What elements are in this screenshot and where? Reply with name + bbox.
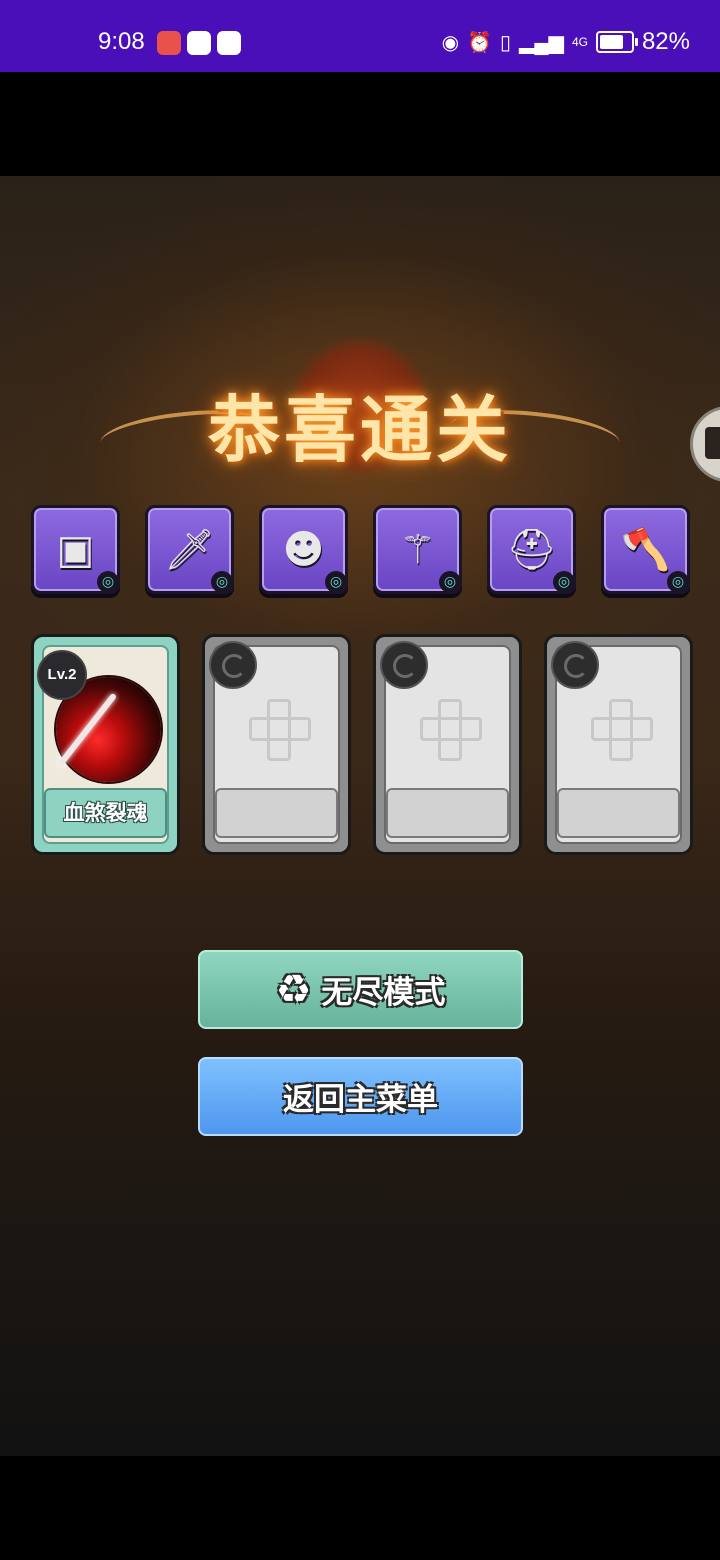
reward-item[interactable]: 🗡 ◎ (145, 505, 234, 594)
plus-icon (591, 699, 653, 761)
plus-icon (420, 699, 482, 761)
reward-item[interactable]: ▣ ◎ (31, 505, 120, 594)
battle-axe-icon: 🪓 (620, 527, 671, 573)
victory-title: 恭喜通关 (207, 387, 512, 472)
skill-card-empty[interactable] (202, 634, 351, 855)
shield-app-icon (187, 31, 211, 55)
game-screen: 恭喜通关 ▣ ◎ 🗡 ◎ ☻ ◎ ⚚ ◎ ⛑ ◎ 🪓 ◎ Lv.2 血煞裂魂 ♻… (0, 176, 720, 1456)
skill-cards-row: Lv.2 血煞裂魂 (31, 634, 693, 855)
skill-card-filled[interactable]: Lv.2 血煞裂魂 (31, 634, 180, 855)
status-indicators: ◉ ⏰ ▯ ▂▄▆ 4G 82% (442, 28, 690, 56)
reward-item[interactable]: ☻ ◎ (259, 505, 348, 594)
huawei-app-icon (157, 31, 181, 55)
reward-item[interactable]: ⛑ ◎ (487, 505, 576, 594)
endless-mode-button[interactable]: ♻ 无尽模式 (198, 950, 523, 1029)
alarm-icon: ⏰ (467, 31, 492, 54)
empty-slot-badge-icon (209, 641, 257, 689)
endless-mode-label: 无尽模式 (321, 975, 446, 1011)
recycle-icon: ♻ (275, 966, 312, 1013)
status-bar: 9:08 ◉ ⏰ ▯ ▂▄▆ 4G 82% (0, 0, 720, 72)
fire-staff-icon: ⚚ (399, 526, 436, 573)
card-nameplate (215, 788, 338, 838)
return-main-menu-button[interactable]: 返回主菜单 (198, 1057, 523, 1136)
swirl-badge-icon: ◎ (667, 571, 689, 593)
dagger-icon: 🗡 (164, 527, 215, 573)
stone-tablet-icon: ▣ (56, 526, 95, 573)
reward-item[interactable]: 🪓 ◎ (601, 505, 690, 594)
swirl-badge-icon: ◎ (97, 571, 119, 593)
reward-items-row: ▣ ◎ 🗡 ◎ ☻ ◎ ⚚ ◎ ⛑ ◎ 🪓 ◎ (31, 505, 690, 594)
empty-slot-badge-icon (380, 641, 428, 689)
plus-icon (249, 699, 311, 761)
swirl-badge-icon: ◎ (325, 571, 347, 593)
card-nameplate (386, 788, 509, 838)
reward-item[interactable]: ⚚ ◎ (373, 505, 462, 594)
scholar-hat-icon: ⛑ (506, 527, 557, 573)
return-main-menu-label: 返回主菜单 (283, 1082, 438, 1118)
battery-percent: 82% (641, 28, 690, 55)
empty-slot-badge-icon (551, 641, 599, 689)
vibrate-icon: ▯ (499, 31, 511, 54)
signal-icon: ▂▄▆ (519, 31, 564, 54)
swirl-badge-icon: ◎ (439, 571, 461, 593)
skill-name: 血煞裂魂 (63, 801, 148, 825)
skill-card-empty[interactable] (373, 634, 522, 855)
demon-mask-icon: ☻ (282, 526, 325, 573)
swirl-badge-icon: ◎ (211, 571, 233, 593)
level-badge: Lv.2 (37, 650, 87, 700)
battery-icon (595, 31, 638, 53)
skill-card-empty[interactable] (544, 634, 693, 855)
status-time: 9:08 (98, 28, 145, 55)
signal-4g-icon: 4G (571, 35, 588, 49)
eye-icon: ◉ (441, 31, 460, 54)
card-nameplate: 血煞裂魂 (44, 788, 167, 838)
browser-app-icon (217, 31, 241, 55)
battery-fill (599, 35, 623, 49)
card-nameplate (557, 788, 680, 838)
swirl-badge-icon: ◎ (553, 571, 575, 593)
